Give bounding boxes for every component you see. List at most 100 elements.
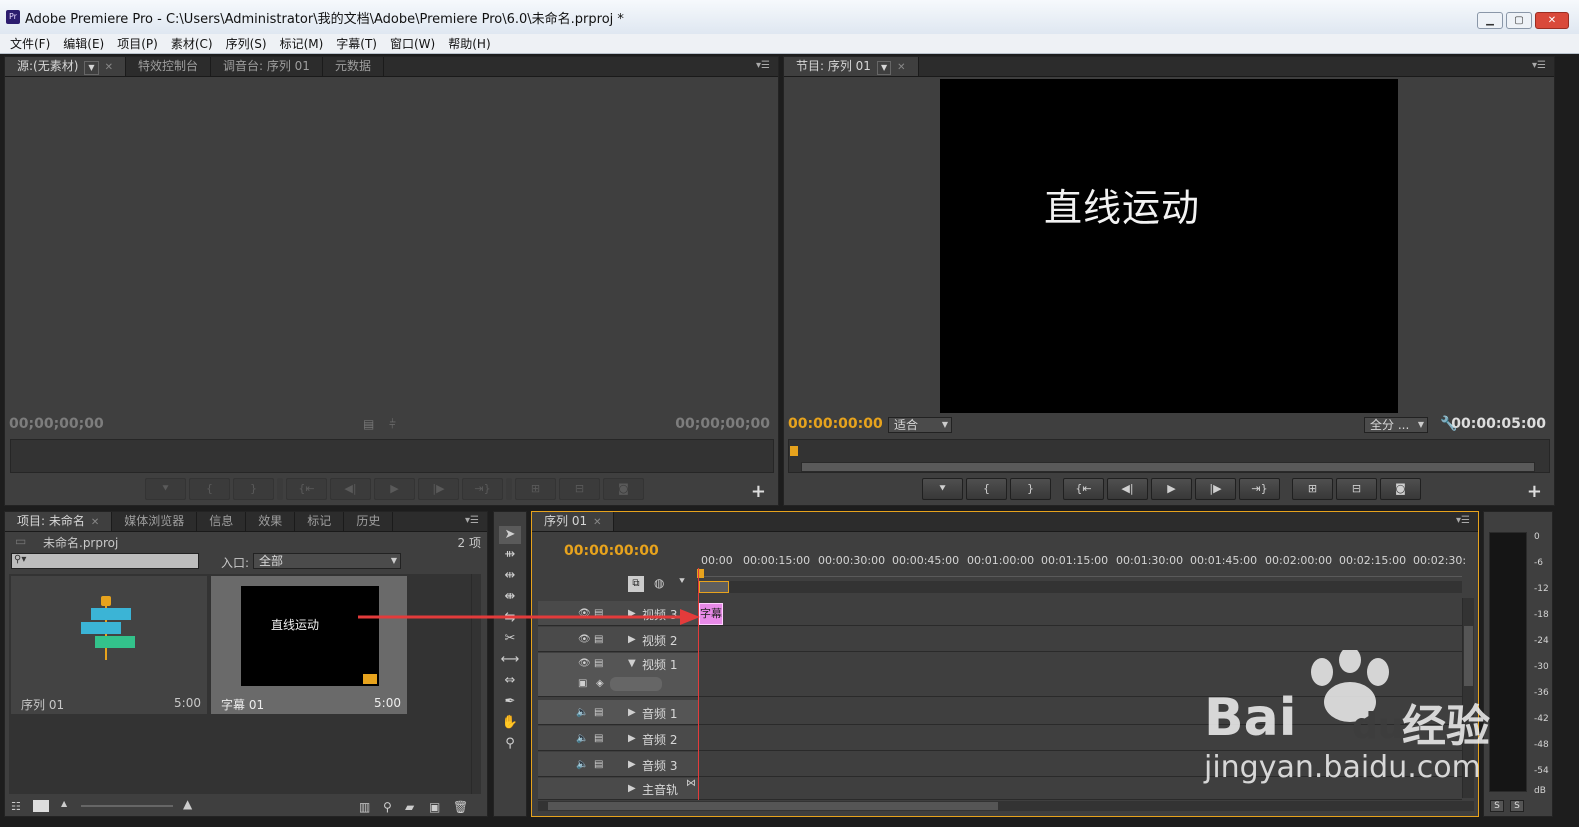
sync-lock-icon[interactable]: ▤ [594,707,603,718]
time-ruler[interactable]: 00:00 00:00:15:00 00:00:30:00 00:00:45:0… [697,551,1466,577]
marker-icon[interactable]: ⯆ [922,478,963,500]
add-button-icon[interactable]: + [751,481,766,502]
slip-tool-icon[interactable]: ⟷ [499,651,521,669]
speaker-icon[interactable]: 🔈 [576,759,588,770]
keyframe-icon[interactable]: ◍ [654,576,664,590]
razor-tool-icon[interactable]: ✂ [499,630,521,648]
tab-media-browser[interactable]: 媒体浏览器 [112,512,198,531]
lift-icon[interactable]: ⊞ [1292,478,1333,500]
expand-icon[interactable]: ▶ [628,733,636,744]
source-timecode-current[interactable]: 00;00;00;00 [9,416,104,432]
export-frame-icon[interactable]: ◙ [603,478,644,500]
tab-effects[interactable]: 效果 [246,512,296,531]
menu-clip[interactable]: 素材(C) [171,35,213,52]
slide-tool-icon[interactable]: ⇔ [499,672,521,690]
panel-menu-icon[interactable]: ▾☰ [465,515,479,526]
menu-edit[interactable]: 编辑(E) [63,35,104,52]
work-area-bar[interactable] [697,569,1462,593]
go-to-out-icon[interactable]: ⇥} [1239,478,1280,500]
overwrite-icon[interactable]: ⊟ [559,478,600,500]
out-point-icon[interactable]: } [233,478,274,500]
panel-menu-icon[interactable]: ▾☰ [756,60,770,71]
go-to-in-icon[interactable]: {⇤ [1063,478,1104,500]
drag-video-icon[interactable]: ▤ [363,417,374,431]
sync-lock-icon[interactable]: ▤ [594,634,603,645]
chevron-down-icon[interactable]: ▼ [84,61,99,75]
marker-icon[interactable]: ⯆ [145,478,186,500]
close-tab-icon[interactable]: ✕ [105,62,113,73]
selection-tool-icon[interactable]: ➤ [499,526,521,544]
sync-lock-icon[interactable]: ▤ [594,759,603,770]
close-icon[interactable]: ✕ [1535,12,1569,29]
maximize-icon[interactable]: ▢ [1506,12,1532,29]
drag-audio-icon[interactable]: ⫩ [389,417,396,432]
rate-stretch-tool-icon[interactable]: ⇆ [499,609,521,627]
tab-audio-mixer[interactable]: 调音台: 序列 01 [211,57,323,76]
tab-sequence[interactable]: 序列 01 ✕ [532,512,615,531]
collapse-icon[interactable]: ▼ [628,658,636,669]
menu-marker[interactable]: 标记(M) [280,35,324,52]
close-tab-icon[interactable]: ✕ [593,517,601,528]
timeline-timecode[interactable]: 00:00:00:00 [564,543,659,559]
insert-icon[interactable]: ⊞ [515,478,556,500]
menu-project[interactable]: 项目(P) [117,35,158,52]
close-tab-icon[interactable]: ✕ [91,517,99,528]
fit-dropdown[interactable]: 适合 [888,417,952,433]
project-item-sequence[interactable]: 序列 01 5:00 [11,576,207,714]
menu-file[interactable]: 文件(F) [10,35,50,52]
expand-icon[interactable]: ▶ [628,634,636,645]
new-bin-icon[interactable]: ▰ [405,800,414,814]
track-select-tool-icon[interactable]: ⇻ [499,546,521,564]
eye-icon[interactable]: 👁 [578,658,591,669]
expand-icon[interactable]: ▶ [628,783,636,794]
program-timecode-current[interactable]: 00:00:00:00 [788,416,883,432]
zoom-slider[interactable]: ▲ ▲ [61,797,201,811]
tab-project[interactable]: 项目: 未命名 ✕ [5,512,113,531]
playhead-marker-icon[interactable] [790,446,798,456]
solo-button-left[interactable]: S [1490,800,1504,812]
hand-tool-icon[interactable]: ✋ [499,714,521,732]
new-item-icon[interactable]: ▣ [429,800,440,814]
menu-title[interactable]: 字幕(T) [336,35,377,52]
out-point-icon[interactable]: } [1010,478,1051,500]
inlet-dropdown[interactable]: 全部 [253,553,401,569]
zoom-tool-icon[interactable]: ⚲ [499,735,521,753]
eye-icon[interactable]: 👁 [578,634,591,645]
list-view-icon[interactable]: ☷ [11,800,21,813]
solo-button-right[interactable]: S [1510,800,1524,812]
expand-icon[interactable]: ▶ [628,608,636,619]
step-back-icon[interactable]: ◀| [330,478,371,500]
zoom-bar[interactable] [801,462,1535,472]
add-marker-icon[interactable]: ⯆ [678,576,686,587]
step-forward-icon[interactable]: |▶ [1195,478,1236,500]
chevron-down-icon[interactable]: ▼ [876,61,892,75]
pen-tool-icon[interactable]: ✒ [499,693,521,711]
panel-menu-icon[interactable]: ▾☰ [1532,60,1546,71]
sync-lock-icon[interactable]: ▤ [594,733,603,744]
timeline-hscroll[interactable] [538,801,1474,811]
automate-icon[interactable]: ▥ [359,800,370,814]
work-area-handle[interactable] [699,581,729,593]
tab-metadata[interactable]: 元数据 [323,57,384,76]
minimize-icon[interactable]: ▁ [1477,12,1503,29]
menu-help[interactable]: 帮助(H) [448,35,490,52]
tab-info[interactable]: 信息 [197,512,247,531]
project-scrollbar[interactable] [471,574,481,794]
tab-markers[interactable]: 标记 [295,512,345,531]
display-style-icon[interactable]: ▣ [578,678,587,689]
in-point-icon[interactable]: { [189,478,230,500]
close-tab-icon[interactable]: ✕ [897,62,905,73]
rolling-edit-tool-icon[interactable]: ⇼ [499,588,521,606]
trash-icon[interactable]: 🗑 [453,800,468,814]
expand-icon[interactable]: ▶ [628,759,636,770]
menu-sequence[interactable]: 序列(S) [226,35,267,52]
snap-icon[interactable]: ⧉ [628,576,644,592]
project-item-title[interactable]: 直线运动 字幕 01 5:00 [211,576,407,714]
tab-history[interactable]: 历史 [344,512,394,531]
speaker-icon[interactable]: 🔈 [576,733,588,744]
title-clip[interactable]: 字幕 [699,603,723,625]
menu-window[interactable]: 窗口(W) [390,35,435,52]
step-forward-icon[interactable]: |▶ [418,478,459,500]
play-icon[interactable]: ▶ [1151,478,1192,500]
tab-effect-controls[interactable]: 特效控制台 [126,57,211,76]
